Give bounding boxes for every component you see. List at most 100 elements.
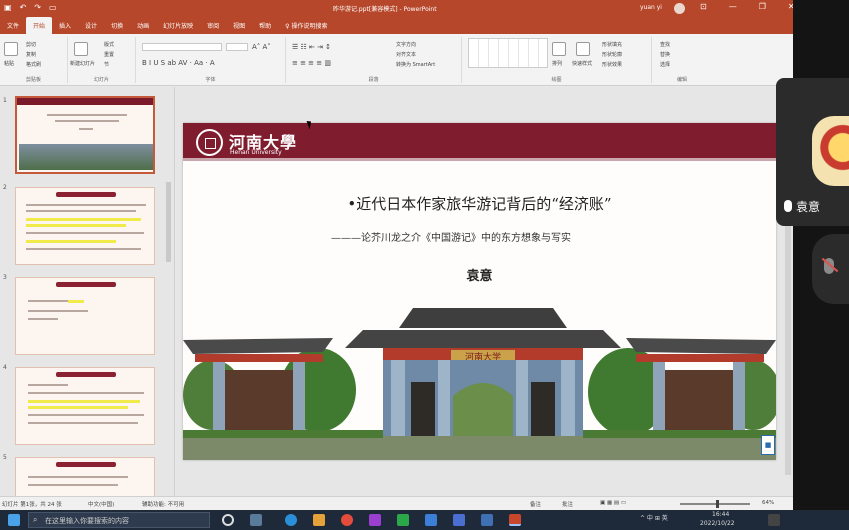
account-avatar[interactable] [674,3,685,14]
grow-font-icon[interactable]: A˄ A˅ [252,43,271,51]
arrange-icon[interactable] [552,42,566,56]
comments-button[interactable]: 批注 [562,500,573,508]
slide-thumbnail[interactable] [15,277,155,355]
slide-subtitle[interactable]: ———论芥川龙之介《中国游记》中的东方想象与写实 [331,229,751,244]
layout-button[interactable]: 版式 [104,41,114,48]
tab-transitions[interactable]: 切换 [104,17,130,34]
arrange-button[interactable]: 排列 [552,60,562,67]
font-style-buttons[interactable]: B I U S ab AV · Aa · A [142,59,215,67]
undo-icon[interactable]: ↶ [20,3,27,12]
word-icon[interactable] [453,514,465,526]
slide-thumbnail[interactable] [15,457,155,497]
powerpoint-icon[interactable] [509,514,521,526]
notification-icon[interactable] [768,514,780,526]
view-buttons-icon[interactable]: ▣ ▦ ▤ ▭ [600,500,626,506]
slide-thumbnail[interactable] [15,96,155,174]
new-slide-button[interactable]: 新建幻灯片 [70,60,95,67]
slide-author[interactable]: 袁意 [183,265,776,284]
tab-design[interactable]: 设计 [78,17,104,34]
tab-home[interactable]: 开始 [26,17,53,34]
paste-button[interactable]: 粘贴 [4,60,14,67]
slide-counter: 幻灯片 第1张，共 24 张 [2,502,62,508]
account-name[interactable]: yuan yi [640,4,662,11]
slide-title[interactable]: •近代日本作家旅华游记背后的“经济账” [183,193,776,214]
group-clipboard: 粘贴 剪切 复制 格式刷 剪贴板 [0,37,68,83]
redo-icon[interactable]: ↷ [34,3,41,12]
thumb-number: 4 [3,364,7,371]
list-buttons[interactable]: ☰ ☷ ⇤ ⇥ ↕ [292,43,331,51]
thumb-line [28,318,58,320]
tab-review[interactable]: 审阅 [200,17,226,34]
speaker-card[interactable]: 袁意 [776,78,849,226]
thumb-header-bar [17,98,153,105]
tab-file[interactable]: 文件 [0,17,26,34]
clock-time[interactable]: 16:44 [712,511,729,518]
tab-view[interactable]: 视图 [226,17,252,34]
find-button[interactable]: 查找 [660,41,670,48]
copy-button[interactable]: 复制 [26,51,36,58]
system-tray[interactable]: ^ 中 ⊞ 英 [640,513,668,522]
accessibility-status[interactable]: 辅助功能: 不可用 [142,500,184,508]
edge-browser-icon[interactable] [285,514,297,526]
thumb-line [28,384,68,386]
tab-insert[interactable]: 插入 [52,17,78,34]
cut-button[interactable]: 剪切 [26,41,36,48]
shape-outline-button[interactable]: 形状轮廓 [602,51,622,58]
tell-me-search[interactable]: ♀ 操作说明搜索 [278,17,334,34]
shapes-gallery[interactable] [468,38,548,68]
app-icon[interactable] [481,514,493,526]
thumb-line [26,204,146,206]
restore-button[interactable]: ❐ [759,2,766,11]
chrome-icon[interactable] [341,514,353,526]
document-title: 昨华游记.ppt[兼容模式] - PowerPoint [333,6,437,13]
paste-icon[interactable] [4,42,18,56]
shape-fill-button[interactable]: 形状填充 [602,41,622,48]
speaker-avatar [812,116,849,186]
thumb-line [28,484,118,486]
current-slide[interactable]: 河南大學 Henan University •近代日本作家旅华游记背后的“经济账… [183,123,776,460]
meeting-app-icon[interactable] [425,514,437,526]
app-icon[interactable] [369,514,381,526]
header-stripe [183,158,776,161]
font-name-select[interactable] [142,43,222,51]
save-icon[interactable]: ▣ [4,3,12,12]
wechat-icon[interactable] [397,514,409,526]
clock-date[interactable]: 2022/10/22 [700,520,735,527]
slide-thumbnail[interactable] [15,367,155,445]
tab-animations[interactable]: 动画 [130,17,156,34]
quick-styles-button[interactable]: 快速样式 [572,60,592,67]
tab-help[interactable]: 帮助 [252,17,278,34]
quick-styles-icon[interactable] [576,42,590,56]
zoom-slider-knob[interactable] [716,500,719,508]
text-direction-button[interactable]: 文字方向 [396,41,416,48]
notes-button[interactable]: 备注 [530,500,541,508]
taskbar-search-input[interactable]: ⌕ 在这里输入你要搜索的内容 [28,512,210,528]
task-view-icon[interactable] [222,514,234,526]
minimize-button[interactable]: — [729,2,737,11]
format-painter-button[interactable]: 格式刷 [26,61,41,68]
thumbnails-scrollbar[interactable] [166,182,171,262]
smartart-button[interactable]: 转换为 SmartArt [396,61,435,68]
file-explorer-icon[interactable] [313,514,325,526]
align-text-button[interactable]: 对齐文本 [396,51,416,58]
reset-button[interactable]: 重置 [104,51,114,58]
font-size-select[interactable] [226,43,248,51]
align-buttons[interactable]: ≡ ≡ ≡ ≡ ▥ [292,59,331,67]
replace-button[interactable]: 替换 [660,51,670,58]
zoom-level[interactable]: 64% [762,500,774,506]
present-icon[interactable]: ▭ [49,3,57,12]
slide-badge-icon: ■ [761,435,775,455]
widgets-icon[interactable] [250,514,262,526]
tab-slideshow[interactable]: 幻灯片放映 [156,17,200,34]
new-slide-icon[interactable] [74,42,88,56]
section-button[interactable]: 节 [104,61,109,68]
zoom-slider[interactable] [680,503,750,505]
slide-thumbnail[interactable] [15,187,155,265]
start-button-icon[interactable] [8,514,20,526]
group-editing: 查找 替换 选择 编辑 [652,37,712,83]
shape-effects-button[interactable]: 形状效果 [602,61,622,68]
thumb-heading [56,462,116,467]
select-button[interactable]: 选择 [660,61,670,68]
ribbon-display-icon[interactable]: ⊡ [700,2,707,11]
language-indicator[interactable]: 中文(中国) [88,500,114,508]
